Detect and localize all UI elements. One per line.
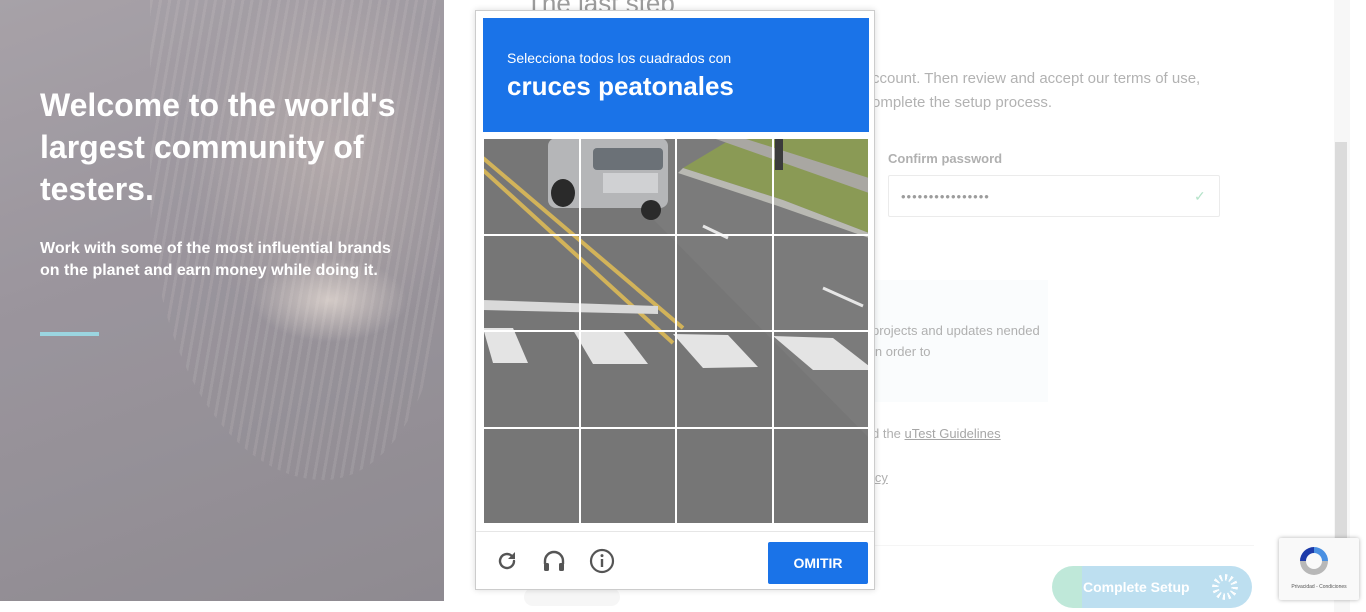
captcha-tile[interactable] [675,330,774,429]
captcha-tile[interactable] [578,138,677,236]
loading-spinner-icon [1212,574,1238,600]
captcha-tile[interactable] [675,138,774,236]
captcha-tile[interactable] [578,330,677,429]
captcha-tile[interactable] [483,138,581,236]
reload-icon[interactable] [492,546,522,576]
utest-guidelines-link[interactable]: uTest Guidelines [905,426,1001,441]
captcha-dialog: Selecciona todos los cuadrados con cruce… [475,10,875,590]
captcha-tile[interactable] [483,233,581,332]
complete-setup-button[interactable]: Complete Setup [1052,566,1252,608]
captcha-instruction: Selecciona todos los cuadrados con [507,50,732,66]
hero-subtitle: Work with some of the most influential b… [40,240,391,279]
recaptcha-logo-icon [1300,547,1328,575]
guidelines-agreement-text: d the uTest Guidelines [872,426,1001,441]
captcha-tile[interactable] [675,233,774,332]
complete-setup-label: Complete Setup [1083,579,1190,595]
captcha-image-grid [483,138,869,524]
hero-divider [40,332,99,336]
captcha-tile[interactable] [771,330,869,429]
recaptcha-terms-text[interactable]: Privacidad - Condiciones [1279,584,1359,590]
hero-title: Welcome to the world's largest community… [40,87,396,207]
captcha-target-label: cruces peatonales [507,71,734,101]
captcha-tile[interactable] [771,138,869,236]
form-divider [872,545,1254,546]
captcha-tile[interactable] [483,426,581,524]
captcha-footer: OMITIR [476,531,874,590]
captcha-tile[interactable] [675,426,774,524]
captcha-tile[interactable] [771,233,869,332]
captcha-tile[interactable] [578,233,677,332]
check-icon: ✓ [1194,188,1206,204]
skip-button[interactable]: OMITIR [768,542,868,584]
info-text: projects and updates nended in order to [872,323,1040,359]
back-button[interactable] [524,588,620,606]
confirm-password-label: Confirm password [888,151,1003,166]
page-scroll-thumb[interactable] [1335,142,1347,540]
hero-panel: Welcome to the world's largest community… [0,0,444,601]
info-icon[interactable] [587,546,617,576]
captcha-tile[interactable] [771,426,869,524]
captcha-tile[interactable] [578,426,677,524]
form-intro-text: ccount. Then review and accept our terms… [872,70,1201,111]
recaptcha-badge[interactable]: Privacidad - Condiciones [1279,538,1359,600]
headphones-icon[interactable] [539,546,569,576]
confirm-password-field[interactable] [888,175,1220,217]
captcha-header: Selecciona todos los cuadrados con cruce… [483,18,869,132]
guidelines-prefix: d the [872,426,905,441]
captcha-tile[interactable] [483,330,581,429]
